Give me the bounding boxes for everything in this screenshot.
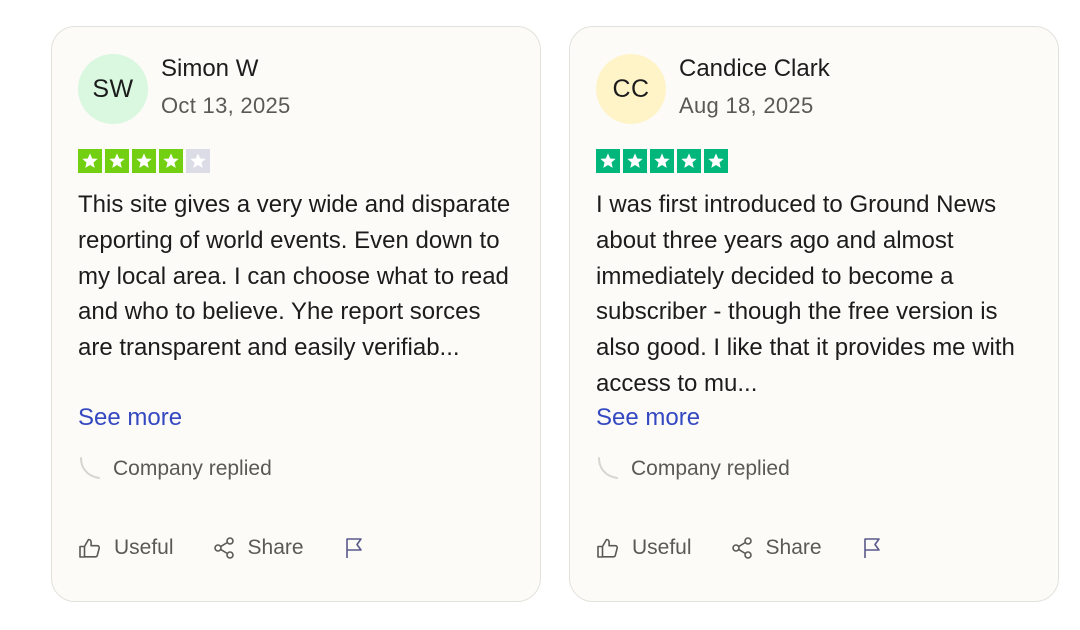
see-more-link[interactable]: See more: [596, 404, 700, 432]
company-replied[interactable]: Company replied: [596, 456, 790, 482]
star-filled-icon: [677, 149, 701, 173]
star-empty-icon: [186, 149, 210, 173]
report-button[interactable]: [342, 536, 378, 560]
share-label: Share: [247, 536, 304, 559]
thumbs-up-icon: [597, 538, 619, 558]
star-rating: [78, 149, 210, 173]
reviewer-name[interactable]: Simon W: [161, 55, 258, 83]
share-icon: [213, 537, 234, 559]
share-label: Share: [765, 536, 822, 559]
star-filled-icon: [596, 149, 620, 173]
star-filled-icon: [159, 149, 183, 173]
thumbs-up-icon: [79, 538, 101, 558]
review-card: SW Simon W Oct 13, 2025 This site gives …: [51, 26, 541, 602]
company-replied-label: Company replied: [631, 457, 790, 480]
review-actions: Useful Share: [78, 536, 378, 560]
avatar: CC: [596, 54, 666, 124]
star-filled-icon: [132, 149, 156, 173]
reviewer-name[interactable]: Candice Clark: [679, 55, 830, 83]
company-replied-label: Company replied: [113, 457, 272, 480]
company-replied[interactable]: Company replied: [78, 456, 272, 482]
star-filled-icon: [105, 149, 129, 173]
review-text: This site gives a very wide and disparat…: [78, 191, 511, 362]
star-filled-icon: [704, 149, 728, 173]
reply-curve-icon: [80, 457, 100, 479]
report-button[interactable]: [860, 536, 896, 560]
useful-button[interactable]: Useful: [596, 536, 692, 560]
flag-icon: [863, 538, 880, 558]
review-date: Oct 13, 2025: [161, 93, 291, 118]
review-actions: Useful Share: [596, 536, 896, 560]
star-filled-icon: [623, 149, 647, 173]
useful-label: Useful: [632, 536, 692, 559]
flag-icon: [345, 538, 362, 558]
avatar: SW: [78, 54, 148, 124]
share-icon: [731, 537, 752, 559]
share-button[interactable]: Share: [730, 536, 822, 560]
reply-curve-icon: [598, 457, 618, 479]
review-card: CC Candice Clark Aug 18, 2025 I was firs…: [569, 26, 1059, 602]
star-filled-icon: [78, 149, 102, 173]
see-more-link[interactable]: See more: [78, 404, 182, 432]
review-text: I was first introduced to Ground News ab…: [596, 191, 1015, 397]
star-filled-icon: [650, 149, 674, 173]
review-date: Aug 18, 2025: [679, 93, 814, 118]
star-rating: [596, 149, 728, 173]
useful-label: Useful: [114, 536, 174, 559]
useful-button[interactable]: Useful: [78, 536, 174, 560]
share-button[interactable]: Share: [212, 536, 304, 560]
